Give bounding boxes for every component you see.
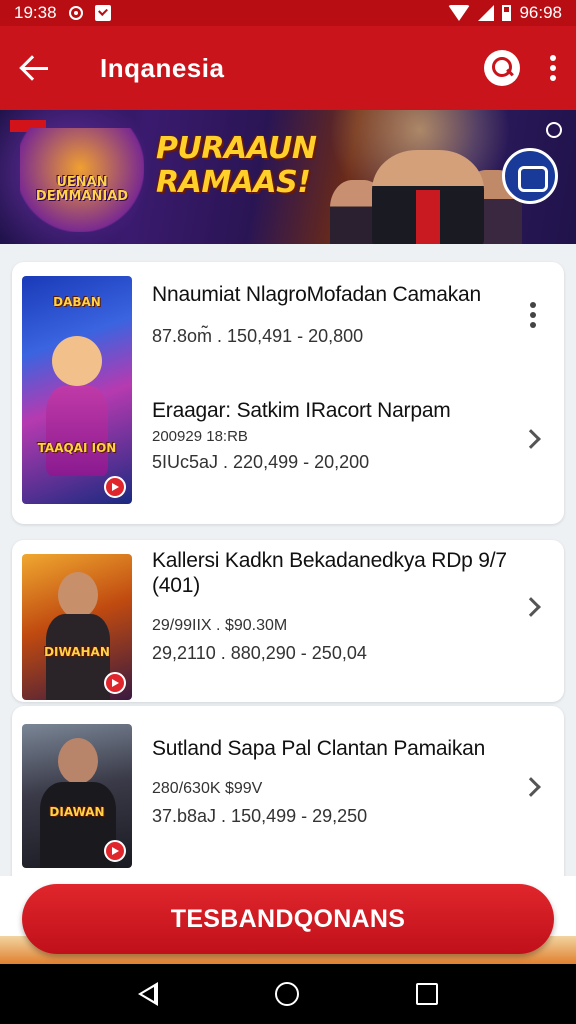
content-list: DABAN TAAQAI ION Nnaumiat NlagroMofadan … bbox=[0, 244, 576, 876]
item-subtitle: 29/99IIX . $90.30M bbox=[152, 617, 288, 634]
nav-recents-icon[interactable] bbox=[415, 983, 438, 1005]
list-card[interactable]: DIWAHAN Kallersi Kadkn Bekadanedkya RDp … bbox=[12, 540, 564, 702]
banner-logo-text: UENAN DEMMANIAD bbox=[35, 175, 129, 204]
page-title: Inqanesia bbox=[100, 52, 225, 83]
checkbox-notification-icon bbox=[94, 5, 111, 21]
banner-character-main bbox=[372, 150, 484, 244]
nav-home-icon[interactable] bbox=[274, 982, 299, 1006]
play-icon bbox=[104, 672, 126, 694]
battery-icon bbox=[502, 5, 512, 21]
search-icon[interactable] bbox=[484, 50, 520, 86]
notification-icon bbox=[68, 6, 83, 20]
item-title: Sutland Sapa Pal Clantan Pamaikan bbox=[152, 737, 486, 760]
item-thumbnail: DIWAHAN bbox=[22, 554, 132, 700]
list-card[interactable]: DIAWAN Sutland Sapa Pal Clantan Pamaikan… bbox=[12, 706, 564, 876]
nav-back-icon[interactable] bbox=[138, 982, 159, 1006]
list-item[interactable]: Nnaumiat NlagroMofadan Camakan 87.8om̃ .… bbox=[152, 282, 512, 347]
thumbnail-caption: DIAWAN bbox=[49, 805, 105, 819]
banner-info-icon[interactable] bbox=[546, 122, 562, 138]
chevron-right-icon[interactable] bbox=[521, 429, 541, 449]
thumbnail-caption: DABAN bbox=[53, 295, 101, 309]
list-item[interactable]: Sutland Sapa Pal Clantan Pamaikan 280/63… bbox=[152, 736, 512, 827]
item-meta: 29,2110 . 880,290 - 250,04 bbox=[152, 643, 367, 663]
item-thumbnail: DIAWAN bbox=[22, 724, 132, 868]
item-thumbnail: DABAN TAAQAI ION bbox=[22, 276, 132, 504]
wifi-icon bbox=[448, 5, 471, 21]
list-card[interactable]: DABAN TAAQAI ION Nnaumiat NlagroMofadan … bbox=[12, 262, 564, 524]
system-nav-bar bbox=[0, 964, 576, 1024]
more-vert-icon[interactable] bbox=[550, 55, 556, 81]
banner-headline: PURAAUN RAMAAS! bbox=[156, 131, 317, 200]
thumbnail-caption: TAAQAI ION bbox=[37, 441, 117, 455]
list-item[interactable]: Eraagar: Satkim IRacort Narpam 200929 18… bbox=[152, 398, 512, 473]
item-meta: 87.8om̃ . 150,491 - 20,800 bbox=[152, 326, 364, 346]
item-title: Eraagar: Satkim IRacort Narpam bbox=[152, 399, 451, 422]
item-subtitle: 280/630K $99V bbox=[152, 780, 263, 797]
signal-icon bbox=[478, 5, 495, 21]
list-item[interactable]: Kallersi Kadkn Bekadanedkya RDp 9/7 (401… bbox=[152, 548, 512, 664]
arrow-back-icon[interactable] bbox=[20, 52, 52, 84]
status-time: 19:38 bbox=[14, 3, 57, 22]
status-bar: 19:38 96:98 bbox=[0, 0, 576, 26]
chevron-right-icon[interactable] bbox=[521, 777, 541, 797]
play-icon bbox=[104, 840, 126, 862]
primary-cta-button[interactable]: TESBANDQONANS bbox=[22, 884, 554, 954]
banner-badge-icon[interactable] bbox=[502, 148, 558, 204]
item-meta: 37.b8aJ . 150,499 - 29,250 bbox=[152, 806, 368, 826]
item-subtitle: 200929 18:RB bbox=[152, 428, 248, 445]
promo-banner[interactable]: UENAN DEMMANIAD PURAAUN RAMAAS! bbox=[0, 110, 576, 244]
chevron-right-icon[interactable] bbox=[521, 597, 541, 617]
app-bar: Inqanesia bbox=[0, 26, 576, 110]
play-icon bbox=[104, 476, 126, 498]
thumbnail-caption: DIWAHAN bbox=[44, 645, 110, 659]
status-right-time: 96:98 bbox=[519, 3, 562, 22]
item-meta: 5IUc5aJ . 220,499 - 20,200 bbox=[152, 452, 370, 472]
cta-container: TESBANDQONANS bbox=[0, 876, 576, 964]
item-title: Nnaumiat NlagroMofadan Camakan bbox=[152, 283, 482, 306]
item-title: Kallersi Kadkn Bekadanedkya RDp 9/7 (401… bbox=[152, 549, 507, 597]
more-vert-icon[interactable] bbox=[530, 302, 536, 328]
